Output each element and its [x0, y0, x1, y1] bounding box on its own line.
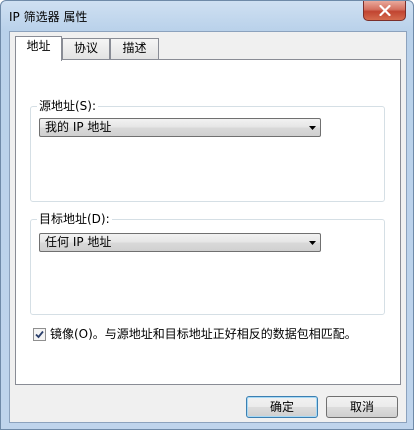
close-icon	[378, 5, 391, 16]
dialog-client-area: 地址 协议 描述 源地址(S): 我的 IP 地址 目标地址(D): 任何 IP…	[9, 31, 407, 423]
chevron-down-icon	[309, 241, 316, 245]
window-title: IP 筛选器 属性	[9, 10, 88, 24]
close-button[interactable]	[363, 1, 406, 21]
source-address-group: 源地址(S): 我的 IP 地址	[30, 99, 385, 202]
title-bar[interactable]: IP 筛选器 属性	[1, 1, 413, 31]
destination-address-value: 任何 IP 地址	[45, 235, 112, 249]
destination-address-dropdown[interactable]: 任何 IP 地址	[39, 233, 321, 252]
mirror-label[interactable]: 镜像(O)。与源地址和目标地址正好相反的数据包相匹配。	[50, 327, 357, 342]
checkmark-icon	[35, 330, 44, 339]
chevron-down-icon	[309, 126, 316, 130]
cancel-button[interactable]: 取消	[326, 396, 398, 418]
destination-address-group: 目标地址(D): 任何 IP 地址	[30, 212, 385, 315]
mirror-checkbox[interactable]	[33, 328, 46, 341]
tab-description[interactable]: 描述	[110, 38, 159, 59]
ok-button[interactable]: 确定	[246, 396, 318, 418]
tab-address[interactable]: 地址	[15, 36, 62, 61]
tab-panel-address: 源地址(S): 我的 IP 地址 目标地址(D): 任何 IP 地址 镜像(O)…	[15, 59, 401, 385]
source-address-dropdown[interactable]: 我的 IP 地址	[39, 118, 321, 137]
source-address-label: 源地址(S):	[37, 99, 99, 113]
destination-address-label: 目标地址(D):	[37, 212, 112, 226]
source-address-value: 我的 IP 地址	[45, 120, 112, 134]
dialog-window: IP 筛选器 属性 地址 协议 描述 源地址(S): 我的 IP 地址 目标地址…	[0, 0, 414, 430]
tab-protocol[interactable]: 协议	[62, 38, 110, 59]
